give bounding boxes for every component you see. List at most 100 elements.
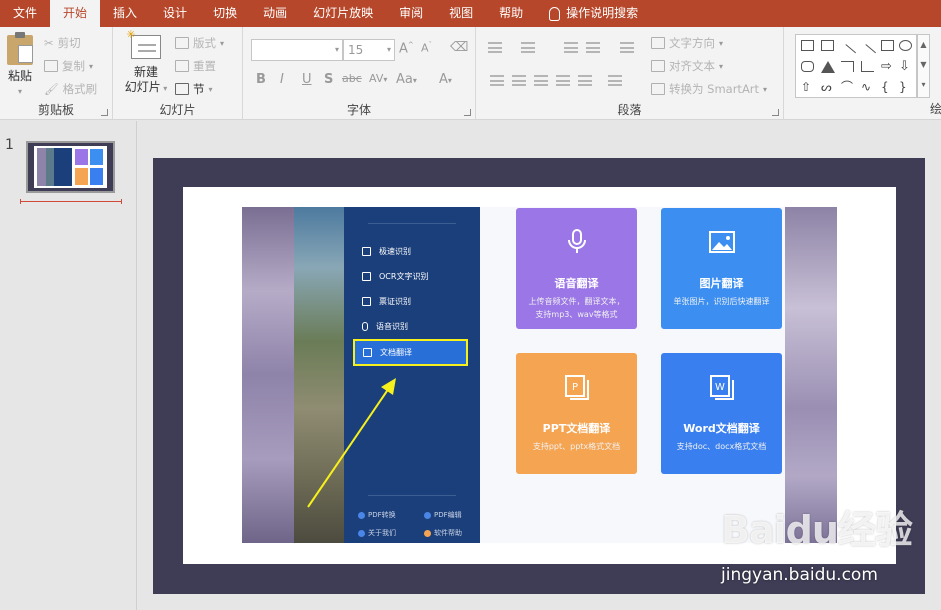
gallery-more-icon[interactable]: ▾ (918, 75, 929, 95)
clear-formatting-icon[interactable]: ⌫ (450, 40, 468, 55)
watermark-url: jingyan.baidu.com (721, 565, 878, 585)
yellow-arrow-annotation (307, 378, 396, 508)
vertical-textbox-shape-icon[interactable] (821, 40, 834, 51)
slide-thumbnail[interactable] (26, 141, 115, 193)
reset-icon (175, 60, 189, 72)
copy-label: 复制 (62, 59, 85, 73)
text-direction-button[interactable]: 文字方向 ▾ (651, 35, 723, 51)
rounded-rectangle-shape-icon[interactable] (801, 61, 814, 72)
ribbon: 粘贴 ▾ ✂ 剪切 复制 ▾ 🖌 格式刷 剪贴板 ✳ 新建 幻灯片 ▾ 版式 ▾ 重置 … (0, 27, 941, 120)
paragraph-group: 文字方向 ▾ 对齐文本 ▾ 转换为 SmartArt ▾ 段落 (476, 27, 784, 120)
section-label: 节 (193, 82, 205, 96)
new-slide-button[interactable]: ✳ 新建 幻灯片 ▾ (121, 29, 171, 96)
slides-group: ✳ 新建 幻灯片 ▾ 版式 ▾ 重置 节 ▾ 幻灯片 (113, 27, 243, 120)
arrow-line-shape-icon[interactable] (858, 44, 877, 61)
rectangle-shape-icon[interactable] (881, 40, 894, 51)
shapes-gallery[interactable]: ⇨ ⇩ ⇧ ᔕ ⌒ ∿ { } (795, 34, 917, 98)
font-group: ▾ 15 ▾ A^ Aˇ ⌫ B I U S abc AV▾ Aa▾ A▾ 字体 (243, 27, 476, 120)
section-icon (175, 83, 189, 95)
text-direction-label: 文字方向 (669, 36, 715, 50)
tab-slideshow[interactable]: 幻灯片放映 (300, 0, 386, 27)
italic-button[interactable]: I (280, 72, 284, 87)
drawing-group-label: 绘 (930, 102, 941, 116)
paintbrush-icon: 🖌 (44, 82, 59, 96)
shrink-font-button[interactable]: Aˇ (421, 41, 432, 55)
shapes-gallery-scroll[interactable]: ▲ ▼ ▾ (917, 34, 930, 98)
layout-label: 版式 (193, 36, 216, 50)
line-shape-icon[interactable] (838, 44, 857, 61)
font-color-button[interactable]: A▾ (439, 72, 452, 87)
chevron-up-icon[interactable]: ▲ (918, 35, 929, 55)
align-text-button[interactable]: 对齐文本 ▾ (651, 58, 723, 74)
underline-button[interactable]: U (302, 72, 312, 87)
tab-design[interactable]: 设计 (150, 0, 200, 27)
smartart-label: 转换为 SmartArt (669, 82, 760, 96)
up-arrow-shape-icon[interactable]: ⇧ (801, 81, 814, 93)
character-spacing-button[interactable]: AV▾ (369, 72, 387, 85)
layout-icon (175, 37, 189, 49)
copy-button[interactable]: 复制 ▾ (44, 58, 93, 74)
smartart-icon (651, 83, 665, 95)
font-size-value: 15 (348, 43, 364, 57)
paste-button[interactable]: 粘贴 ▾ (4, 32, 36, 99)
freeform-shape-icon[interactable]: ᔕ (821, 81, 834, 93)
strikethrough-button[interactable]: abc (342, 72, 362, 85)
arc-shape-icon[interactable]: ⌒ (841, 81, 854, 93)
watermark-logo: Baidu经验 (721, 508, 913, 552)
font-dialog-launcher-icon[interactable] (464, 109, 471, 116)
tell-me-label: 操作说明搜索 (566, 6, 639, 20)
down-arrow-shape-icon[interactable]: ⇩ (899, 60, 912, 73)
left-brace-shape-icon[interactable]: { (881, 81, 894, 93)
tab-insert[interactable]: 插入 (100, 0, 150, 27)
screenshot-picture[interactable]: 极速识别 OCR文字识别 票证识别 语音识别 文档翻译 PDF转换 PDF编辑 … (242, 207, 837, 543)
layout-button[interactable]: 版式 ▾ (175, 35, 224, 51)
thumbnail-preview (34, 146, 107, 188)
baidu-watermark: Baidu经验 jingyan.baidu.com (721, 499, 941, 610)
elbow-connector-shape-icon[interactable] (841, 61, 854, 72)
reset-button[interactable]: 重置 (175, 58, 216, 74)
elbow-arrow-shape-icon[interactable] (861, 61, 874, 72)
slide-number: 1 (5, 137, 14, 153)
font-group-label: 字体 (346, 103, 371, 117)
paste-dropdown-icon[interactable]: ▾ (4, 84, 36, 99)
text-shadow-button[interactable]: S (324, 72, 333, 87)
format-painter-button[interactable]: 🖌 格式刷 (44, 81, 97, 97)
convert-smartart-button[interactable]: 转换为 SmartArt ▾ (651, 81, 767, 97)
bold-button[interactable]: B (256, 72, 266, 87)
change-case-button[interactable]: Aa▾ (396, 72, 417, 87)
reset-label: 重置 (193, 59, 216, 73)
tab-review[interactable]: 审阅 (386, 0, 436, 27)
textbox-shape-icon[interactable] (801, 40, 814, 51)
tab-view[interactable]: 视图 (436, 0, 486, 27)
clipboard-group-label: 剪贴板 (37, 103, 74, 117)
cut-button[interactable]: ✂ 剪切 (44, 35, 81, 51)
tab-transitions[interactable]: 切换 (200, 0, 250, 27)
section-button[interactable]: 节 ▾ (175, 81, 213, 97)
right-brace-shape-icon[interactable]: } (899, 81, 912, 93)
clipboard-icon (7, 32, 33, 65)
tab-animations[interactable]: 动画 (250, 0, 300, 27)
tab-home[interactable]: 开始 (50, 0, 101, 27)
chevron-down-icon: ▾ (386, 45, 391, 54)
paragraph-group-label: 段落 (617, 103, 642, 117)
tab-file[interactable]: 文件 (0, 0, 50, 27)
paragraph-dialog-launcher-icon[interactable] (772, 109, 779, 116)
clipboard-dialog-launcher-icon[interactable] (101, 109, 108, 116)
insertion-marker (20, 199, 122, 204)
curve-shape-icon[interactable]: ∿ (861, 81, 874, 93)
tab-help[interactable]: 帮助 (486, 0, 536, 27)
lightbulb-icon (549, 6, 561, 21)
align-text-icon (651, 60, 665, 72)
chevron-down-icon[interactable]: ▼ (918, 55, 929, 75)
font-name-combo[interactable]: ▾ (251, 39, 343, 61)
ribbon-tab-bar: 文件 开始 插入 设计 切换 动画 幻灯片放映 审阅 视图 帮助 操作说明搜索 (0, 0, 941, 27)
tell-me-search[interactable]: 操作说明搜索 (536, 0, 651, 27)
font-size-combo[interactable]: 15 ▾ (343, 39, 395, 61)
copy-icon (44, 60, 58, 72)
oval-shape-icon[interactable] (899, 40, 912, 51)
right-arrow-shape-icon[interactable]: ⇨ (881, 60, 894, 73)
cut-label: 剪切 (57, 36, 81, 50)
new-slide-label-2: 幻灯片 ▾ (124, 80, 168, 94)
triangle-shape-icon[interactable] (821, 61, 835, 73)
grow-font-button[interactable]: A^ (399, 41, 414, 56)
